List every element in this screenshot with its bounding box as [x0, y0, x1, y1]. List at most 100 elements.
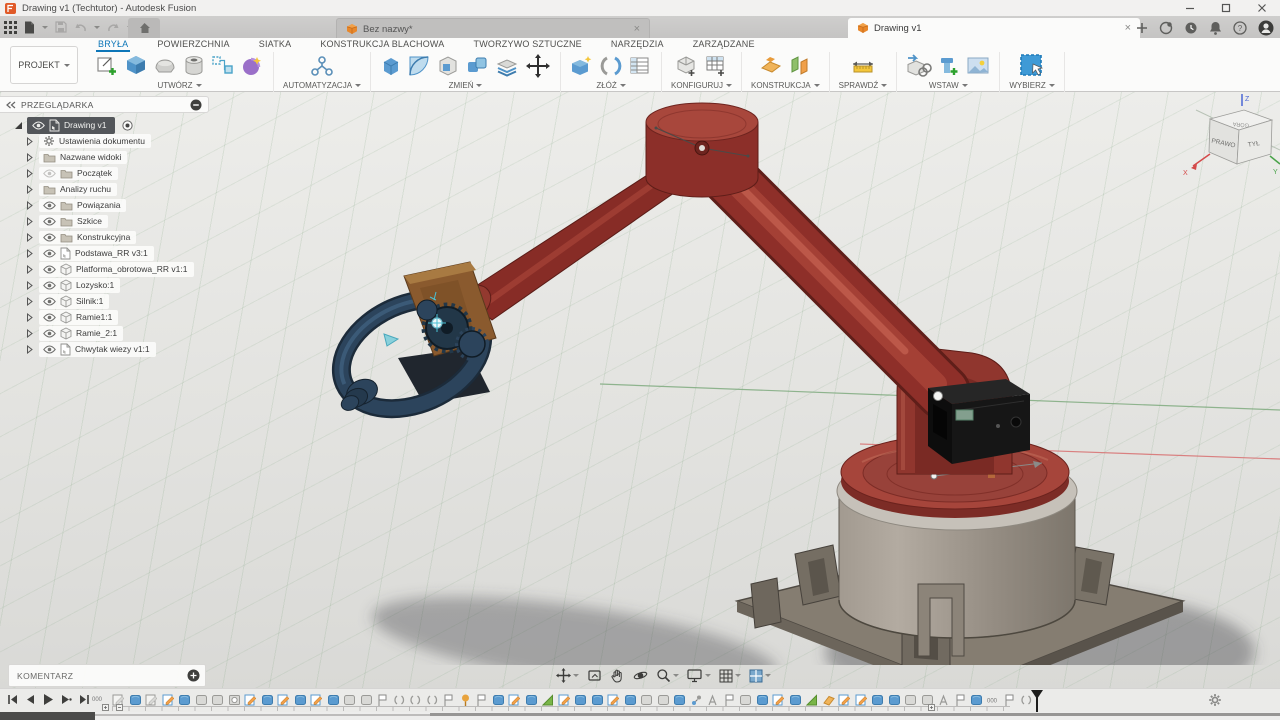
- add-comment-icon[interactable]: [187, 669, 200, 682]
- timeline-feature-mo[interactable]: [393, 693, 406, 707]
- timeline-feature-fl[interactable]: [723, 693, 736, 707]
- tree-item-ramie1-1[interactable]: Ramie1:1: [0, 309, 240, 325]
- expander-icon[interactable]: [26, 329, 35, 338]
- form-icon[interactable]: [153, 54, 177, 78]
- split-stack-icon[interactable]: [494, 54, 520, 78]
- nav-grid-button[interactable]: [719, 669, 741, 683]
- nav-lookat-button[interactable]: [587, 668, 602, 683]
- tree-item-lozysko-1[interactable]: Lozysko:1: [0, 277, 240, 293]
- timeline-feature-ch[interactable]: [541, 693, 554, 707]
- timeline-feature-sk[interactable]: [558, 693, 571, 707]
- measure-icon[interactable]: [850, 54, 876, 78]
- collapse-panel-icon[interactable]: [6, 101, 16, 109]
- expander-icon[interactable]: [26, 249, 35, 258]
- timeline-feature-sk[interactable]: [838, 693, 851, 707]
- notifications-icon[interactable]: [1209, 21, 1222, 35]
- tree-item-body[interactable]: Początek: [39, 167, 118, 180]
- timeline-ruler[interactable]: [112, 706, 1010, 711]
- nav-move-button[interactable]: [556, 668, 579, 683]
- timeline-feature-ex[interactable]: [574, 693, 587, 707]
- timeline-feature-ex[interactable]: [970, 693, 983, 707]
- timeline-feature-gr[interactable]: [904, 693, 917, 707]
- insert-fastener-icon[interactable]: [937, 54, 961, 78]
- activate-component-radio[interactable]: [122, 120, 133, 131]
- ribbon-tab[interactable]: ZARZĄDZANE: [691, 38, 757, 50]
- timeline-feature-fl[interactable]: [1003, 693, 1016, 707]
- derive-nodes-icon[interactable]: [211, 54, 235, 78]
- timeline-feature-moA[interactable]: [937, 693, 950, 707]
- projekt-button[interactable]: PROJEKT: [10, 46, 78, 84]
- timeline-feature-gr[interactable]: [360, 693, 373, 707]
- add-tab-icon[interactable]: [1136, 22, 1148, 34]
- visibility-eye-icon[interactable]: [43, 281, 56, 290]
- nav-viewports-button[interactable]: [749, 669, 771, 683]
- timeline-feature-gr[interactable]: [739, 693, 752, 707]
- timeline-feature-pl[interactable]: [822, 693, 835, 707]
- timeline-group-expand-icon[interactable]: [102, 704, 109, 711]
- chevron-down-icon[interactable]: [765, 674, 771, 680]
- expander-icon[interactable]: [26, 169, 35, 178]
- timeline-feature-gr[interactable]: [343, 693, 356, 707]
- timeline-feature-mo[interactable]: [409, 693, 422, 707]
- timeline-feature-ex[interactable]: [327, 693, 340, 707]
- ribbon-group-label[interactable]: WYBIERZ: [1009, 81, 1054, 90]
- joint-icon[interactable]: [599, 54, 623, 78]
- tree-item-body[interactable]: Powiązania: [39, 199, 126, 212]
- tree-item-body[interactable]: Lozysko:1: [39, 278, 120, 293]
- timeline-feature-gr[interactable]: [640, 693, 653, 707]
- document-tab[interactable]: Bez nazwy*×: [336, 18, 650, 39]
- ribbon-tab[interactable]: NARZĘDZIA: [609, 38, 666, 50]
- move-free-icon[interactable]: [525, 53, 551, 79]
- pb-play-button[interactable]: [42, 693, 54, 706]
- viewcube[interactable]: Z X Y GÓRA PRAWO TYŁ: [1183, 94, 1280, 177]
- tree-item-body[interactable]: Analizy ruchu: [39, 183, 117, 196]
- ribbon-group-label[interactable]: AUTOMATYZACJA: [283, 81, 361, 90]
- tree-item-szkice[interactable]: Szkice: [0, 213, 240, 229]
- chevron-down-icon[interactable]: [94, 26, 100, 32]
- save-button[interactable]: [55, 21, 67, 33]
- timeline-scrollbar-thumb[interactable]: [430, 713, 1280, 716]
- timeline-feature-ex[interactable]: [756, 693, 769, 707]
- tree-item-powi-zania[interactable]: Powiązania: [0, 197, 240, 213]
- nav-zoom-button[interactable]: [656, 668, 679, 683]
- visibility-eye-icon[interactable]: [32, 121, 45, 130]
- panel-options-icon[interactable]: [190, 99, 202, 111]
- sphere-purple-icon[interactable]: [240, 54, 264, 78]
- config-cube-icon[interactable]: [675, 54, 699, 78]
- timeline-feature-gr[interactable]: [195, 693, 208, 707]
- maximize-button[interactable]: [1208, 0, 1244, 16]
- visibility-eye-icon[interactable]: [43, 297, 56, 306]
- timeline-feature-fl[interactable]: [376, 693, 389, 707]
- timeline-feature-sk[interactable]: [772, 693, 785, 707]
- timeline-settings-button[interactable]: [1208, 693, 1222, 707]
- tree-item-body[interactable]: Podstawa_RR v3:1: [39, 246, 154, 261]
- chevron-down-icon[interactable]: [573, 674, 579, 680]
- home-button[interactable]: [128, 18, 160, 38]
- new-component-icon[interactable]: [570, 54, 594, 78]
- expander-icon[interactable]: [26, 217, 35, 226]
- timeline-feature-ex[interactable]: [294, 693, 307, 707]
- tree-item-body[interactable]: Ustawienia dokumentu: [39, 134, 151, 148]
- timeline-feature-mo[interactable]: [426, 693, 439, 707]
- timeline-feature-fl[interactable]: [954, 693, 967, 707]
- tree-item-body[interactable]: Silnik:1: [39, 294, 109, 309]
- timeline-feature-sk[interactable]: [310, 693, 323, 707]
- timeline-feature-sk[interactable]: [607, 693, 620, 707]
- ribbon-group-label[interactable]: ZMIEŃ: [449, 81, 483, 90]
- tree-item-konstrukcyjna[interactable]: Konstrukcyjna: [0, 229, 240, 245]
- tree-item-ustawienia-dokumentu[interactable]: Ustawienia dokumentu: [0, 133, 240, 149]
- timeline-feature-sk[interactable]: [244, 693, 257, 707]
- nav-pan-button[interactable]: [610, 668, 625, 683]
- viewcube-face-top[interactable]: GÓRA: [1232, 120, 1249, 128]
- close-tab-icon[interactable]: ×: [634, 24, 640, 34]
- tree-item-body[interactable]: Ramie1:1: [39, 310, 118, 325]
- timeline-feature-ex[interactable]: [591, 693, 604, 707]
- timeline-feature-sk[interactable]: [855, 693, 868, 707]
- automate-icon[interactable]: [309, 54, 335, 78]
- plane-two-icon[interactable]: [788, 54, 812, 78]
- close-button[interactable]: [1244, 0, 1280, 16]
- timeline-feature-gr[interactable]: [211, 693, 224, 707]
- config-table-icon[interactable]: [704, 54, 728, 78]
- timeline-group-collapse-icon[interactable]: [116, 704, 123, 711]
- close-tab-icon[interactable]: ×: [1125, 23, 1131, 33]
